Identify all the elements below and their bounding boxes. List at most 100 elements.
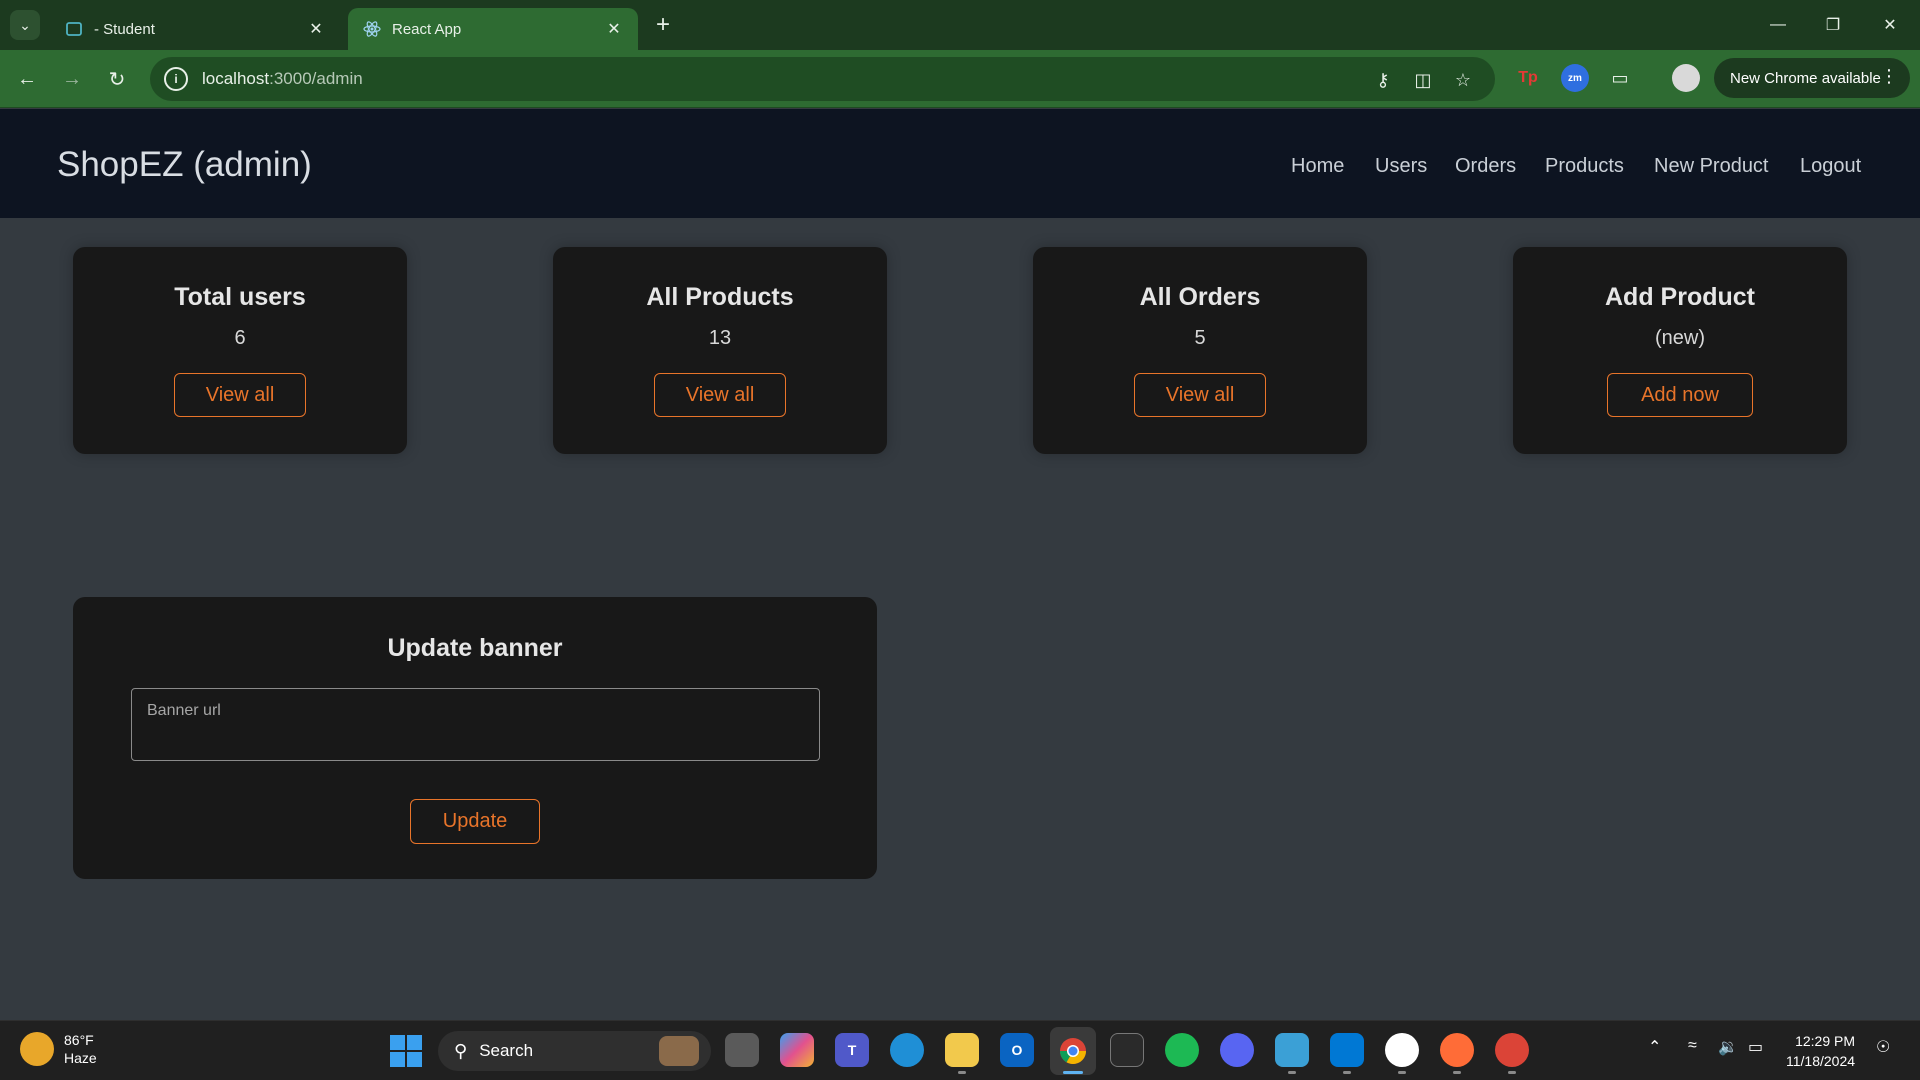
update-banner-card: Update banner Update <box>73 597 877 879</box>
haze-weather-icon <box>20 1032 54 1066</box>
card-title: Add Product <box>1605 283 1755 311</box>
minimize-icon: — <box>1770 16 1786 33</box>
edge-icon[interactable] <box>890 1033 924 1067</box>
task-view-icon[interactable] <box>725 1033 759 1067</box>
search-icon: ⚲ <box>454 1040 468 1061</box>
outlook-icon[interactable]: O <box>1000 1033 1034 1067</box>
view-all-orders-button[interactable]: View all <box>1134 373 1266 417</box>
card-value: 13 <box>708 327 732 349</box>
forward-arrow-icon: → <box>62 67 82 90</box>
view-all-users-button[interactable]: View all <box>174 373 306 417</box>
start-button[interactable] <box>390 1035 422 1067</box>
password-key-icon[interactable]: ⚷ <box>1370 67 1396 93</box>
zoom-extension-icon[interactable]: zm <box>1561 64 1589 92</box>
running-indicator <box>1508 1071 1516 1074</box>
update-banner-button[interactable]: Update <box>410 799 540 844</box>
view-all-products-button[interactable]: View all <box>654 373 786 417</box>
copilot-icon[interactable] <box>780 1033 814 1067</box>
profile-avatar[interactable] <box>1672 64 1700 92</box>
card-value: (new) <box>1654 327 1705 349</box>
spotify-icon[interactable] <box>1165 1033 1199 1067</box>
tab-search-button[interactable]: ⌄ <box>10 10 40 40</box>
running-indicator <box>1398 1071 1406 1074</box>
brand-title[interactable]: ShopEZ (admin) <box>57 145 312 185</box>
classroom-icon <box>64 19 84 39</box>
new-tab-button[interactable]: + <box>650 11 676 38</box>
banner-url-input[interactable] <box>131 688 820 761</box>
teams-icon[interactable]: T <box>835 1033 869 1067</box>
browser-tab-student[interactable]: - Student ✕ <box>50 8 340 50</box>
back-arrow-icon: ← <box>17 67 37 90</box>
reload-button[interactable]: ↻ <box>102 64 132 94</box>
close-icon[interactable]: ✕ <box>604 19 624 39</box>
close-icon[interactable]: ✕ <box>306 19 326 39</box>
vscode-icon[interactable] <box>1330 1033 1364 1067</box>
back-button[interactable]: ← <box>12 64 42 94</box>
wifi-icon[interactable]: ≈ <box>1688 1037 1697 1055</box>
tp-extension-icon[interactable]: Tp <box>1514 64 1542 92</box>
site-info-icon[interactable]: i <box>164 67 188 91</box>
nav-link-logout[interactable]: Logout <box>1800 155 1861 178</box>
restore-button[interactable]: ❐ <box>1815 10 1851 40</box>
running-indicator <box>1343 1071 1351 1074</box>
clock-date: 11/18/2024 <box>1786 1053 1856 1069</box>
restore-icon: ❐ <box>1825 17 1841 34</box>
reload-icon: ↻ <box>108 68 126 91</box>
plus-icon: + <box>655 11 670 38</box>
search-highlight-icon <box>659 1036 699 1066</box>
file-explorer-icon[interactable] <box>945 1033 979 1067</box>
notification-bell-icon[interactable]: ☉ <box>1876 1037 1890 1057</box>
discord-icon[interactable] <box>1220 1033 1254 1067</box>
card-all-orders: All Orders 5 View all <box>1033 247 1367 454</box>
card-value: 6 <box>234 327 246 349</box>
weather-widget[interactable]: 86°F Haze <box>20 1031 97 1067</box>
new-chrome-available-button[interactable]: New Chrome available ⋮ <box>1714 58 1910 98</box>
weather-temp: 86°F <box>64 1032 94 1048</box>
card-title: All Orders <box>1139 283 1261 311</box>
tab-title: - Student <box>94 20 155 38</box>
card-add-product: Add Product (new) Add now <box>1513 247 1847 454</box>
card-title: Total users <box>174 283 306 311</box>
postman-icon[interactable] <box>1440 1033 1474 1067</box>
taskbar-clock[interactable]: 12:29 PM 11/18/2024 <box>1786 1031 1855 1071</box>
tab-title: React App <box>392 20 462 38</box>
running-indicator <box>958 1071 966 1074</box>
add-now-button[interactable]: Add now <box>1607 373 1753 417</box>
taskbar-search[interactable]: ⚲ Search <box>438 1031 711 1071</box>
banner-title: Update banner <box>387 634 563 662</box>
nav-link-products[interactable]: Products <box>1545 155 1624 178</box>
close-window-button[interactable]: ✕ <box>1872 10 1908 40</box>
microsoft-store-icon[interactable] <box>1110 1033 1144 1067</box>
close-icon: ✕ <box>1883 17 1897 34</box>
kebab-menu-icon: ⋮ <box>1880 66 1898 86</box>
browser-tab-react-app[interactable]: React App ✕ <box>348 8 638 50</box>
volume-icon[interactable]: 🔉 <box>1718 1037 1738 1057</box>
nav-link-users[interactable]: Users <box>1375 155 1427 178</box>
install-app-icon[interactable]: ◫ <box>1410 67 1436 93</box>
battery-icon[interactable]: ▭ <box>1748 1037 1763 1057</box>
nav-link-home[interactable]: Home <box>1291 155 1344 178</box>
minimize-button[interactable]: — <box>1760 10 1796 40</box>
taskbar-search-label: Search <box>479 1041 534 1060</box>
chrome-taskbar-icon[interactable] <box>1050 1027 1096 1075</box>
chevron-up-icon[interactable]: ⌃ <box>1648 1037 1661 1057</box>
nav-link-new-product[interactable]: New Product <box>1654 155 1769 178</box>
chrome-profile-icon[interactable] <box>1495 1033 1529 1067</box>
running-indicator <box>1453 1071 1461 1074</box>
extensions-puzzle-icon[interactable]: ▭ <box>1606 64 1634 92</box>
active-indicator <box>1063 1071 1083 1074</box>
forward-button[interactable]: → <box>57 64 87 94</box>
react-icon <box>362 19 382 39</box>
mongodb-compass-icon[interactable] <box>1385 1033 1419 1067</box>
weather-desc: Haze <box>64 1050 97 1066</box>
clock-time: 12:29 PM <box>1795 1033 1856 1049</box>
address-bar[interactable]: i localhost:3000/admin ⚷ ◫ ☆ <box>150 57 1495 101</box>
chevron-down-icon: ⌄ <box>19 16 31 33</box>
card-total-users: Total users 6 View all <box>73 247 407 454</box>
card-value: 5 <box>1194 327 1206 349</box>
bookmark-star-icon[interactable]: ☆ <box>1450 67 1476 93</box>
url-text[interactable]: localhost:3000/admin <box>202 69 363 89</box>
nav-link-orders[interactable]: Orders <box>1455 155 1516 178</box>
windows-taskbar: 86°F Haze ⚲ Search T O ⌃ ≈ 🔉 ▭ 12:29 PM … <box>0 1020 1920 1080</box>
notepad-icon[interactable] <box>1275 1033 1309 1067</box>
